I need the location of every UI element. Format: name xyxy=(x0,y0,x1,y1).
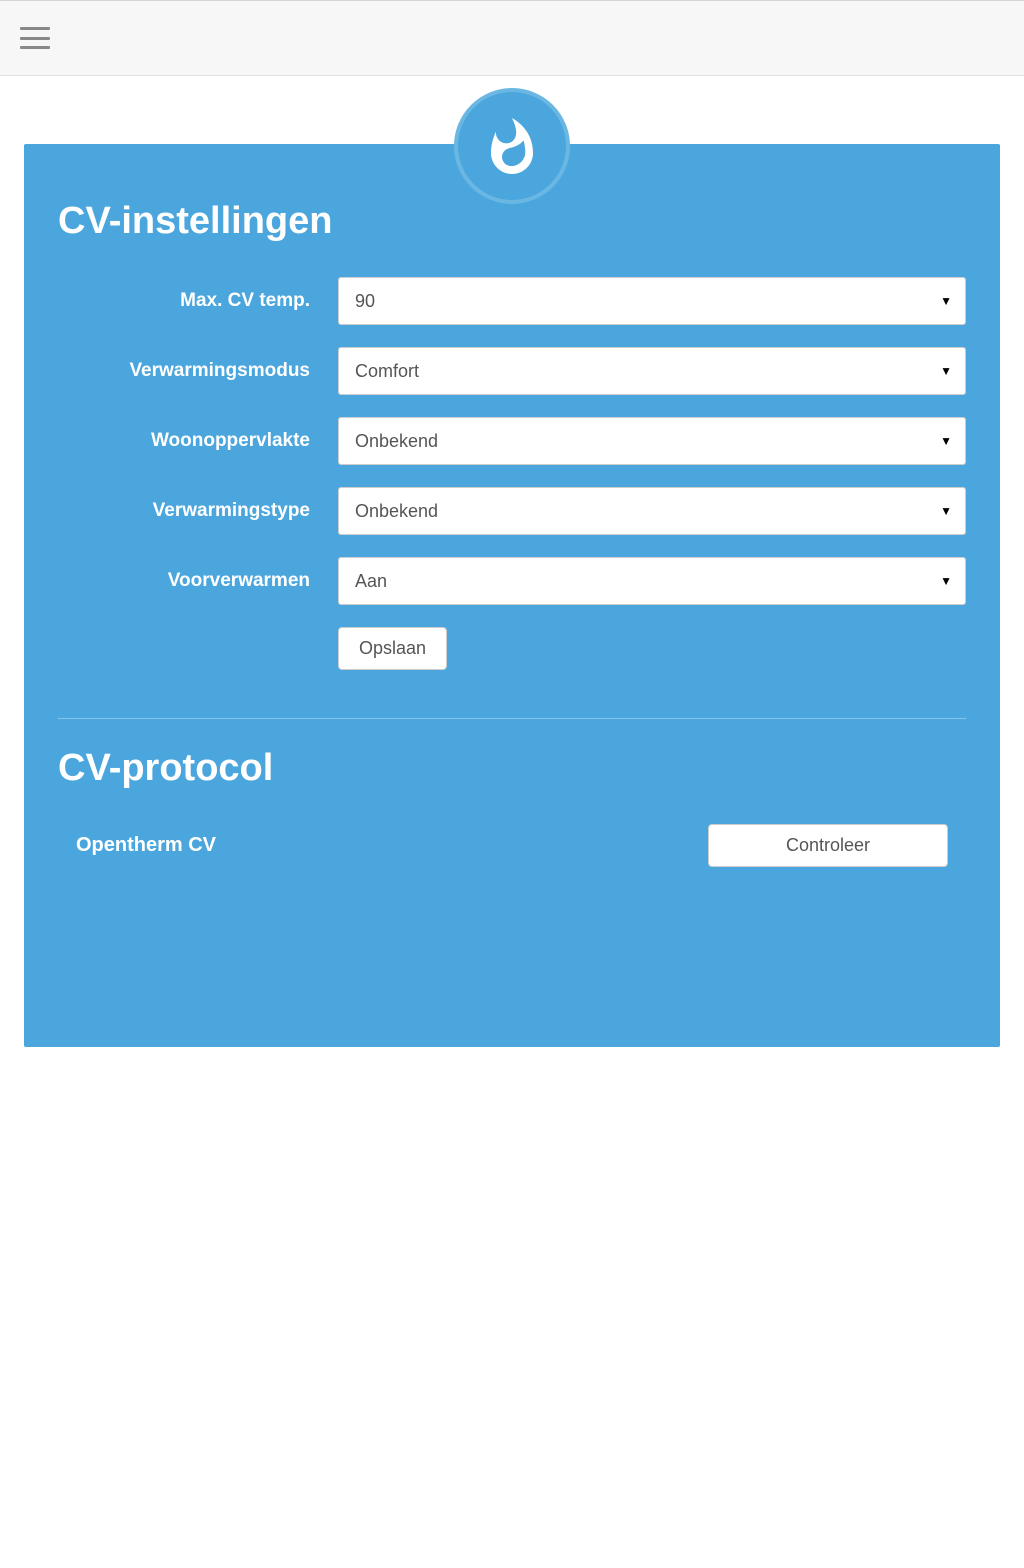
save-button[interactable]: Opslaan xyxy=(338,627,447,670)
hamburger-menu-icon[interactable] xyxy=(20,27,50,49)
select-heating-mode[interactable]: Comfort xyxy=(338,347,966,395)
select-max-cv-temp[interactable]: 90 xyxy=(338,277,966,325)
divider xyxy=(58,718,966,719)
select-preheat[interactable]: Aan xyxy=(338,557,966,605)
settings-title: CV-instellingen xyxy=(58,200,966,243)
label-heating-mode: Verwarmingsmodus xyxy=(58,360,338,382)
check-button[interactable]: Controleer xyxy=(708,824,948,867)
cv-settings-card: CV-instellingen Max. CV temp. 90 ▼ Verwa… xyxy=(24,144,1000,1047)
row-max-cv-temp: Max. CV temp. 90 ▼ xyxy=(58,277,966,325)
protocol-title: CV-protocol xyxy=(58,747,966,790)
row-living-area: Woonoppervlakte Onbekend ▼ xyxy=(58,417,966,465)
label-preheat: Voorverwarmen xyxy=(58,570,338,592)
select-heating-type[interactable]: Onbekend xyxy=(338,487,966,535)
label-max-cv-temp: Max. CV temp. xyxy=(58,290,338,312)
row-heating-type: Verwarmingstype Onbekend ▼ xyxy=(58,487,966,535)
row-preheat: Voorverwarmen Aan ▼ xyxy=(58,557,966,605)
topbar xyxy=(0,0,1024,76)
label-heating-type: Verwarmingstype xyxy=(58,500,338,522)
protocol-label: Opentherm CV xyxy=(76,834,216,857)
row-heating-mode: Verwarmingsmodus Comfort ▼ xyxy=(58,347,966,395)
protocol-row: Opentherm CV Controleer xyxy=(58,824,966,867)
page: CV-instellingen Max. CV temp. 90 ▼ Verwa… xyxy=(0,144,1024,1087)
flame-icon xyxy=(454,88,570,204)
select-living-area[interactable]: Onbekend xyxy=(338,417,966,465)
label-living-area: Woonoppervlakte xyxy=(58,430,338,452)
